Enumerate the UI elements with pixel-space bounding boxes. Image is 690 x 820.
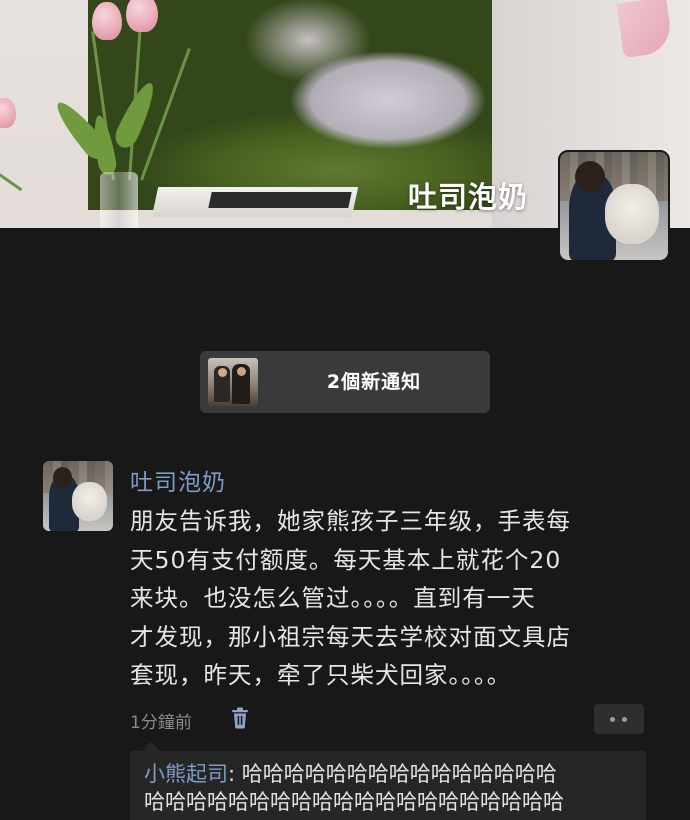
- new-notifications-button[interactable]: 2個新通知: [200, 351, 490, 413]
- comments-caret: [142, 742, 160, 751]
- avatar-photo-icon: [560, 152, 668, 260]
- post-author-name[interactable]: 吐司泡奶: [130, 463, 226, 497]
- avatar-photo-icon: [43, 461, 113, 531]
- trash-icon[interactable]: [230, 707, 250, 729]
- tulip-flower: [92, 2, 122, 40]
- post-text-line: 套现，昨天，牵了只柴犬回家。。。。: [130, 661, 512, 689]
- comment-author[interactable]: 小熊起司: [144, 762, 228, 786]
- post-text-line: 来块。也没怎么管过。。。。直到有一天: [130, 584, 536, 612]
- comment-item[interactable]: 小熊起司: 哈哈哈哈哈哈哈哈哈哈哈哈哈哈哈 哈哈哈哈哈哈哈哈哈哈哈哈哈哈哈哈哈哈…: [144, 760, 634, 816]
- dot: [610, 717, 615, 722]
- comment-text: 哈哈哈哈哈哈哈哈哈哈哈哈哈哈哈: [241, 762, 557, 786]
- more-dots-icon[interactable]: [594, 704, 644, 734]
- post-author-avatar[interactable]: [43, 461, 113, 531]
- tulip-flower: [0, 98, 16, 128]
- post-text: 朋友告诉我，她家熊孩子三年级，手表每 天50有支付额度。每天基本上就花个20 来…: [130, 502, 650, 695]
- cover-book-dark: [208, 192, 352, 208]
- glass-vase: [100, 172, 138, 228]
- profile-avatar[interactable]: [558, 150, 670, 262]
- tulip-stem: [0, 137, 23, 192]
- comment-line: 哈哈哈哈哈哈哈哈哈哈哈哈哈哈哈哈哈哈哈哈: [144, 790, 564, 814]
- notification-sender-photo-icon: [208, 358, 258, 406]
- post-timestamp: 1分鐘前: [130, 713, 192, 733]
- profile-name: 吐司泡奶: [408, 180, 529, 214]
- comment-separator: :: [228, 762, 242, 786]
- notification-label: 2個新通知: [326, 371, 422, 393]
- tulip-flower: [126, 0, 158, 32]
- post-text-line: 才发现，那小祖宗每天去学校对面文具店: [130, 622, 571, 651]
- dot: [622, 717, 627, 722]
- comment-line: 小熊起司: 哈哈哈哈哈哈哈哈哈哈哈哈哈哈哈: [144, 760, 634, 788]
- post-text-line: 天50有支付额度。每天基本上就花个20: [130, 545, 562, 574]
- comments-section: 小熊起司: 哈哈哈哈哈哈哈哈哈哈哈哈哈哈哈 哈哈哈哈哈哈哈哈哈哈哈哈哈哈哈哈哈哈…: [130, 742, 646, 820]
- post-text-line: 朋友告诉我，她家熊孩子三年级，手表每: [130, 507, 571, 535]
